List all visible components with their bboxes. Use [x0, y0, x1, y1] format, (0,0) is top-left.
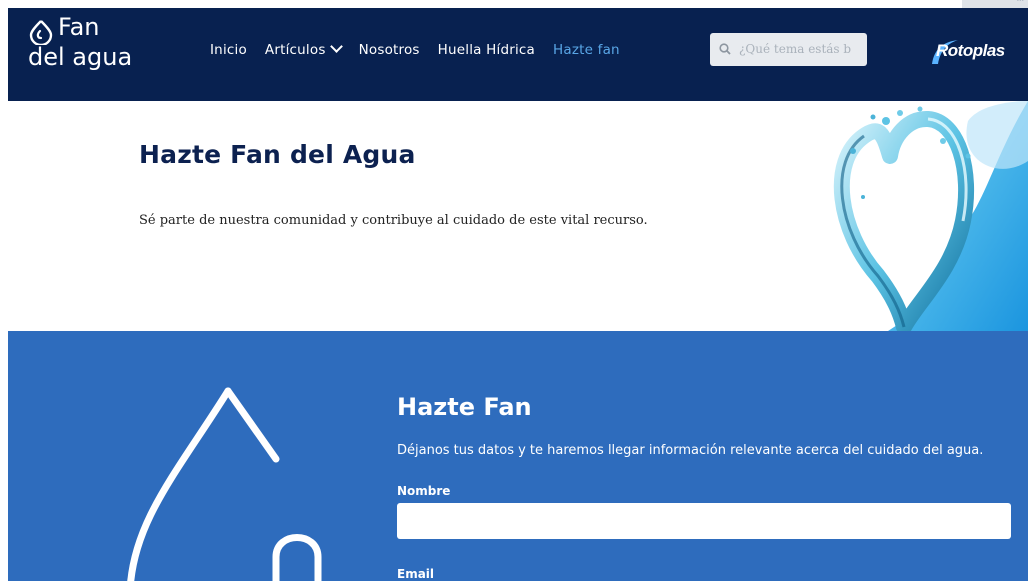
main-nav: Inicio Artículos Nosotros Huella Hídrica…: [210, 40, 620, 58]
search-input[interactable]: [739, 40, 861, 58]
name-field[interactable]: [397, 503, 1011, 539]
logo-text-del-agua: del agua: [28, 43, 133, 71]
top-corner-tab: •••: [962, 0, 1028, 8]
form-description: Déjanos tus datos y te haremos llegar in…: [397, 443, 984, 458]
nav-articulos-label: Artículos: [264, 42, 326, 58]
nav-inicio[interactable]: Inicio: [210, 42, 247, 58]
brand-name: Rotoplas: [936, 41, 1005, 60]
hero-subtitle: Sé parte de nuestra comunidad y contribu…: [139, 213, 648, 228]
logo-text-fan: Fan: [58, 13, 100, 41]
chevron-down-icon: [329, 40, 343, 53]
nav-huella-hidrica[interactable]: Huella Hídrica: [438, 42, 535, 58]
nav-articulos[interactable]: Artículos: [264, 40, 343, 58]
water-heart-illustration: [833, 101, 1028, 331]
email-label: Email: [397, 567, 435, 581]
nav-hazte-fan[interactable]: Hazte fan: [553, 42, 620, 58]
rotoplas-logo[interactable]: Rotoplas: [928, 38, 1018, 72]
nav-nosotros[interactable]: Nosotros: [359, 42, 420, 58]
search-icon: [719, 43, 731, 55]
drop-logo-icon: [29, 20, 53, 45]
search-box[interactable]: [710, 33, 867, 66]
signup-section: Hazte Fan Déjanos tus datos y te haremos…: [8, 331, 1028, 581]
form-title: Hazte Fan: [397, 393, 532, 421]
water-drop-outline-icon: [127, 387, 322, 581]
name-label: Nombre: [397, 484, 451, 498]
hero-section: Hazte Fan del Agua Sé parte de nuestra c…: [8, 101, 1028, 331]
page-title: Hazte Fan del Agua: [139, 140, 416, 169]
site-header: Fan del agua Inicio Artículos Nosotros H…: [8, 8, 1028, 101]
